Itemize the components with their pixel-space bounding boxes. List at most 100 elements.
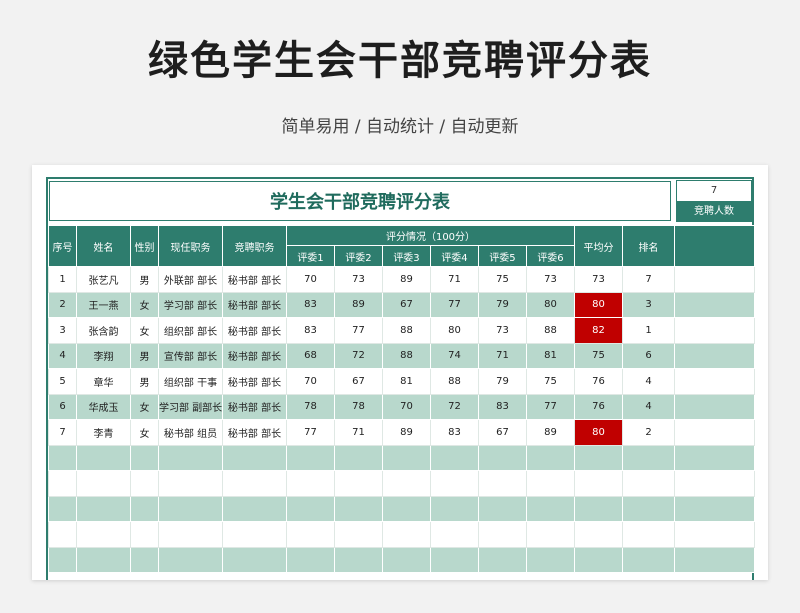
cell-blank[interactable] [674,342,755,369]
cell-judge-score[interactable]: 77 [526,393,575,420]
cell-judge-score[interactable] [478,495,527,522]
cell-judge-score[interactable]: 79 [478,291,527,318]
cell-current-position[interactable] [158,495,223,522]
cell-judge-score[interactable] [334,495,383,522]
cell-judge-score[interactable]: 83 [430,419,479,446]
cell-judge-score[interactable]: 71 [334,419,383,446]
cell-judge-score[interactable]: 83 [286,291,335,318]
cell-judge-score[interactable]: 81 [382,368,431,395]
cell-judge-score[interactable]: 88 [430,368,479,395]
cell-rank[interactable] [622,444,675,471]
cell-target-position[interactable] [222,521,287,548]
cell-gender[interactable]: 男 [130,368,159,395]
cell-judge-score[interactable]: 75 [526,368,575,395]
cell-average[interactable]: 80 [574,291,623,318]
cell-name[interactable]: 章华 [76,368,131,395]
cell-target-position[interactable] [222,470,287,497]
cell-target-position[interactable]: 秘书部 部长 [222,393,287,420]
cell-judge-score[interactable]: 71 [478,342,527,369]
cell-rank[interactable] [622,470,675,497]
cell-judge-score[interactable]: 67 [478,419,527,446]
cell-name[interactable]: 王一燕 [76,291,131,318]
cell-blank[interactable] [674,393,755,420]
cell-rank[interactable] [622,546,675,573]
cell-no[interactable] [48,495,77,522]
cell-judge-score[interactable]: 80 [430,317,479,344]
cell-no[interactable]: 5 [48,368,77,395]
cell-judge-score[interactable]: 89 [526,419,575,446]
cell-judge-score[interactable]: 70 [286,368,335,395]
cell-current-position[interactable] [158,444,223,471]
cell-name[interactable] [76,444,131,471]
cell-rank[interactable]: 7 [622,266,675,293]
cell-judge-score[interactable] [334,444,383,471]
cell-judge-score[interactable]: 77 [334,317,383,344]
cell-gender[interactable] [130,470,159,497]
cell-judge-score[interactable] [286,444,335,471]
cell-target-position[interactable]: 秘书部 部长 [222,291,287,318]
cell-judge-score[interactable] [526,470,575,497]
cell-average[interactable]: 76 [574,368,623,395]
cell-judge-score[interactable]: 70 [286,266,335,293]
cell-average[interactable] [574,546,623,573]
cell-name[interactable]: 张艺凡 [76,266,131,293]
cell-judge-score[interactable] [526,546,575,573]
cell-judge-score[interactable] [334,521,383,548]
cell-blank[interactable] [674,521,755,548]
cell-judge-score[interactable] [286,521,335,548]
cell-judge-score[interactable] [478,444,527,471]
cell-name[interactable] [76,495,131,522]
cell-judge-score[interactable] [526,521,575,548]
cell-no[interactable]: 7 [48,419,77,446]
cell-average[interactable] [574,470,623,497]
cell-blank[interactable] [674,368,755,395]
cell-target-position[interactable]: 秘书部 部长 [222,419,287,446]
cell-no[interactable] [48,546,77,573]
cell-blank[interactable] [674,419,755,446]
cell-rank[interactable]: 6 [622,342,675,369]
cell-judge-score[interactable]: 78 [286,393,335,420]
cell-gender[interactable]: 男 [130,266,159,293]
cell-judge-score[interactable]: 78 [334,393,383,420]
cell-target-position[interactable]: 秘书部 部长 [222,317,287,344]
cell-blank[interactable] [674,495,755,522]
cell-judge-score[interactable]: 75 [478,266,527,293]
cell-judge-score[interactable]: 89 [382,419,431,446]
cell-average[interactable]: 76 [574,393,623,420]
cell-gender[interactable] [130,495,159,522]
cell-current-position[interactable]: 宣传部 部长 [158,342,223,369]
cell-judge-score[interactable]: 68 [286,342,335,369]
cell-judge-score[interactable]: 88 [382,342,431,369]
cell-judge-score[interactable] [382,495,431,522]
cell-current-position[interactable]: 组织部 干事 [158,368,223,395]
cell-no[interactable] [48,521,77,548]
cell-target-position[interactable] [222,444,287,471]
cell-judge-score[interactable]: 81 [526,342,575,369]
cell-name[interactable]: 华成玉 [76,393,131,420]
cell-judge-score[interactable]: 89 [334,291,383,318]
cell-average[interactable] [574,521,623,548]
cell-rank[interactable]: 2 [622,419,675,446]
cell-judge-score[interactable]: 67 [334,368,383,395]
cell-name[interactable]: 李青 [76,419,131,446]
cell-no[interactable] [48,470,77,497]
cell-judge-score[interactable]: 74 [430,342,479,369]
cell-average[interactable]: 82 [574,317,623,344]
cell-judge-score[interactable] [478,546,527,573]
cell-judge-score[interactable] [286,495,335,522]
cell-no[interactable]: 1 [48,266,77,293]
cell-judge-score[interactable]: 72 [430,393,479,420]
cell-current-position[interactable] [158,521,223,548]
cell-blank[interactable] [674,470,755,497]
cell-average[interactable]: 75 [574,342,623,369]
cell-judge-score[interactable] [478,470,527,497]
cell-no[interactable] [48,444,77,471]
cell-average[interactable]: 80 [574,419,623,446]
cell-blank[interactable] [674,291,755,318]
cell-gender[interactable] [130,521,159,548]
cell-judge-score[interactable]: 80 [526,291,575,318]
cell-judge-score[interactable] [382,470,431,497]
cell-judge-score[interactable]: 83 [478,393,527,420]
cell-average[interactable]: 73 [574,266,623,293]
cell-judge-score[interactable] [382,546,431,573]
